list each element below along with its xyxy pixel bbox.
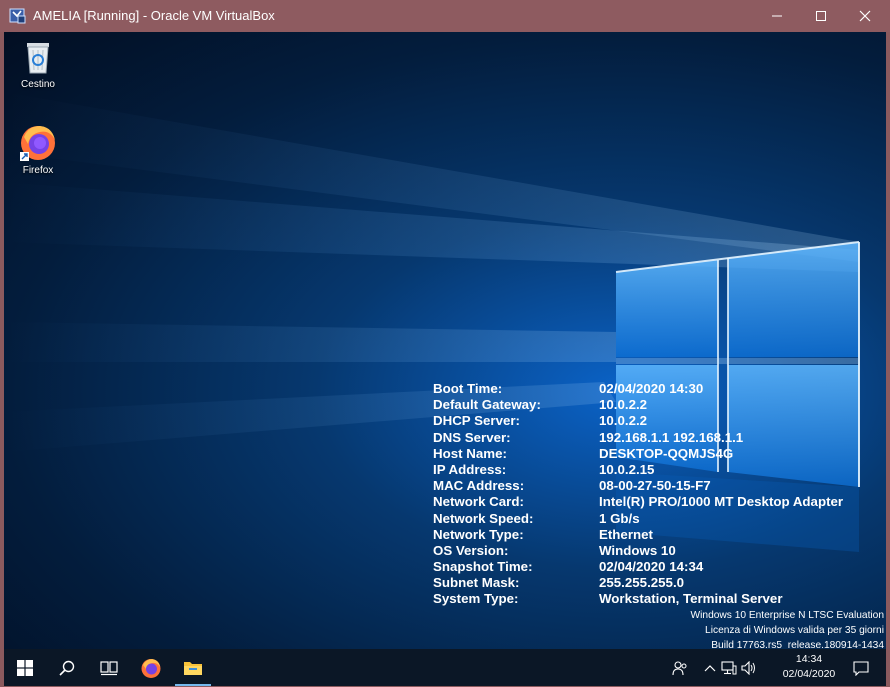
desktop-icon-firefox[interactable]: Firefox (8, 122, 68, 176)
watermark-edition: Windows 10 Enterprise N LTSC Evaluation (690, 610, 884, 621)
windows-watermark: Windows 10 Enterprise N LTSC Evaluation … (691, 608, 884, 653)
volume-button[interactable] (740, 659, 758, 677)
bginfo-value: 02/04/2020 14:30 (599, 381, 704, 396)
bginfo-key: Network Speed: (433, 510, 534, 526)
bginfo-key: DNS Server: (433, 429, 511, 445)
bginfo-key: System Type: (433, 591, 519, 607)
network-icon (721, 661, 737, 675)
bginfo-value: DESKTOP-QQMJS4G (599, 445, 734, 461)
start-icon (17, 659, 33, 676)
bginfo-value: 1 Gb/s (599, 510, 640, 526)
task-view-icon (100, 660, 118, 675)
bginfo-value: 10.0.2.2 (599, 397, 648, 413)
bginfo-value: 255.255.255.0 (599, 575, 685, 591)
notifications-icon (853, 661, 869, 676)
bginfo-value: 10.0.2.2 (599, 413, 648, 429)
firefox-icon (141, 658, 161, 678)
maximize-button[interactable] (798, 0, 844, 32)
search-icon (59, 660, 75, 676)
taskbar-firefox[interactable] (130, 649, 172, 686)
bginfo-key: IP Address: (433, 461, 507, 477)
bginfo-value: 08-00-27-50-15-F7 (599, 478, 711, 494)
taskbar-file-explorer[interactable] (172, 649, 214, 686)
bginfo-value: 10.0.2.15 (599, 461, 655, 477)
bginfo-value: 192.168.1.1 192.168.1.1 (599, 429, 744, 445)
virtualbox-window: AMELIA [Running] - Oracle VM VirtualBox (0, 0, 890, 687)
bginfo-key: Boot Time: (433, 381, 503, 396)
bginfo-key: MAC Address: (433, 478, 525, 494)
clock-date: 02/04/2020 (782, 668, 836, 680)
clock-time: 14:34 (795, 653, 823, 665)
taskbar: 14:34 02/04/2020 (4, 649, 886, 686)
maximize-icon (816, 11, 826, 21)
bginfo-key: OS Version: (433, 542, 509, 558)
bginfo-value: Windows 10 (599, 542, 676, 558)
watermark-license: Licenza di Windows valida per 35 giorni (705, 625, 884, 636)
people-icon (672, 661, 687, 676)
people-button[interactable] (671, 659, 689, 677)
action-center-button[interactable] (852, 659, 870, 677)
search-button[interactable] (46, 649, 88, 686)
bginfo-value: Ethernet (599, 526, 653, 542)
bginfo-key: Subnet Mask: (433, 575, 520, 591)
volume-icon (741, 661, 755, 675)
start-button[interactable] (4, 649, 46, 686)
bginfo-value: 02/04/2020 14:34 (599, 559, 704, 575)
close-icon (859, 10, 871, 22)
chevron-up-icon (704, 665, 716, 672)
bginfo-key: DHCP Server: (433, 413, 520, 429)
recycle-bin-icon (27, 43, 49, 74)
bginfo-key: Snapshot Time: (433, 559, 533, 575)
close-button[interactable] (842, 0, 888, 32)
firefox-icon (20, 126, 55, 161)
system-clock[interactable]: 14:34 02/04/2020 (779, 652, 839, 682)
minimize-icon (772, 15, 782, 17)
title-bar[interactable]: AMELIA [Running] - Oracle VM VirtualBox (0, 0, 890, 32)
file-explorer-icon (184, 661, 202, 675)
network-button[interactable] (720, 659, 738, 677)
minimize-button[interactable] (754, 0, 800, 32)
bginfo-key: Default Gateway: (433, 397, 541, 413)
vm-display[interactable]: Cestino Firefox Boot Time: 02/04/2020 14:… (4, 32, 886, 686)
bginfo-value: Workstation, Terminal Server (599, 591, 783, 607)
bginfo-key: Network Card: (433, 494, 524, 510)
bginfo-value: Intel(R) PRO/1000 MT Desktop Adapter (599, 494, 844, 510)
bginfo-key: Network Type: (433, 526, 524, 542)
bginfo-key: Host Name: (433, 445, 507, 461)
show-hidden-icons-button[interactable] (701, 659, 719, 677)
desktop-icon-label: Firefox (22, 165, 54, 176)
virtualbox-icon (9, 8, 26, 24)
task-view-button[interactable] (88, 649, 130, 686)
desktop-icon-label: Cestino (21, 79, 55, 90)
desktop-icon-recycle-bin[interactable]: Cestino (8, 38, 68, 90)
window-title: AMELIA [Running] - Oracle VM VirtualBox (33, 8, 275, 23)
